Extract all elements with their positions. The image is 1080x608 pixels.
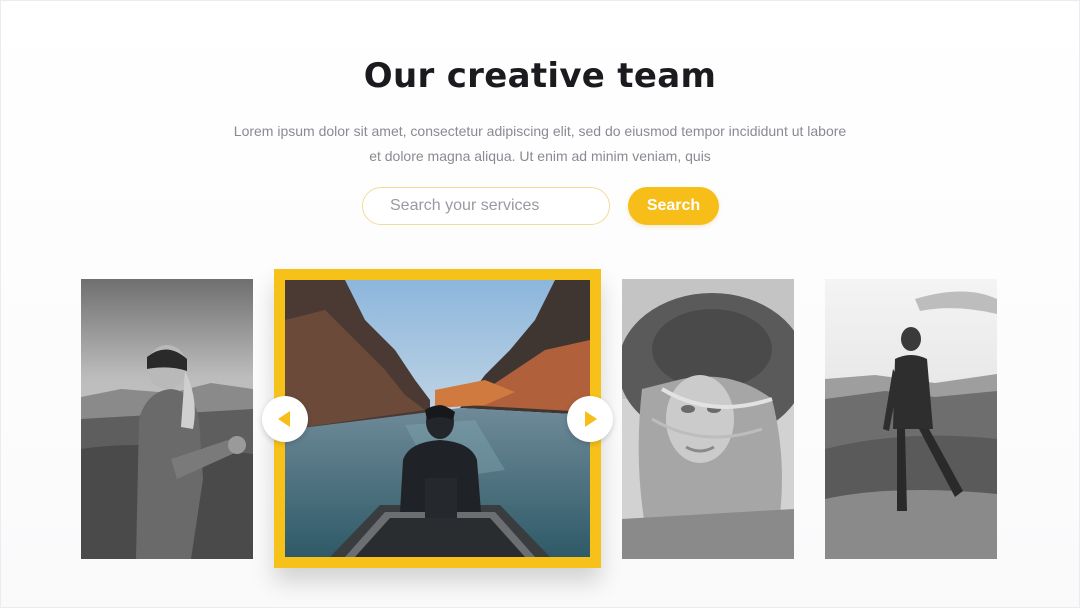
team-photo-4[interactable]: [825, 279, 997, 559]
featured-photo-image: [285, 280, 590, 557]
search-input[interactable]: [362, 187, 610, 225]
featured-team-card[interactable]: [274, 269, 601, 568]
carousel-prev-button[interactable]: [262, 396, 308, 442]
subtitle-line-2: et dolore magna aliqua. Ut enim ad minim…: [369, 148, 711, 164]
team-photo-1[interactable]: [81, 279, 253, 559]
section-subtitle: Lorem ipsum dolor sit amet, consectetur …: [200, 119, 880, 169]
triangle-right-icon: [585, 411, 597, 427]
triangle-left-icon: [278, 411, 290, 427]
section-title: Our creative team: [363, 56, 717, 96]
featured-team-photo: [285, 280, 590, 557]
team-photo-3[interactable]: [622, 279, 794, 559]
team-photo-3-image: [622, 279, 794, 559]
carousel-next-button[interactable]: [567, 396, 613, 442]
search-button[interactable]: Search: [628, 187, 719, 225]
subtitle-line-1: Lorem ipsum dolor sit amet, consectetur …: [233, 123, 847, 139]
team-photo-1-image: [81, 279, 253, 559]
team-photo-4-image: [825, 279, 997, 559]
